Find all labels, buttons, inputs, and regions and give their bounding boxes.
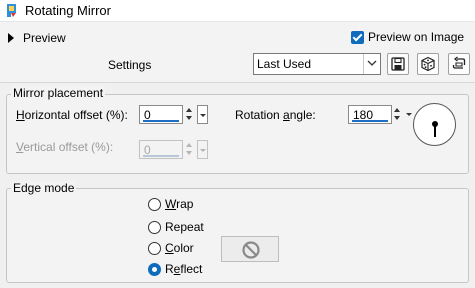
radio-reflect[interactable]: Reflect (148, 261, 202, 277)
preview-toggle[interactable]: Preview (8, 30, 66, 46)
vertical-offset-label: Vertical offset (%): (16, 140, 114, 154)
no-color-icon (242, 241, 260, 259)
radio-unchecked-icon[interactable] (148, 197, 161, 211)
value-indicator (352, 120, 388, 122)
window-title: Rotating Mirror (25, 3, 111, 18)
randomize-dice-icon (421, 56, 435, 72)
edge-color-swatch[interactable] (221, 236, 279, 262)
radio-reflect-label: Reflect (165, 262, 203, 276)
reset-icon (452, 56, 466, 69)
expand-arrow-icon (8, 33, 14, 43)
spin-up-icon[interactable] (186, 108, 192, 112)
spin-down-icon[interactable] (186, 151, 192, 155)
reset-button[interactable] (448, 53, 470, 75)
radio-wrap-label: Wrap (165, 197, 194, 211)
settings-label: Settings (108, 58, 152, 72)
vertical-offset-dropdown[interactable] (197, 140, 208, 159)
randomize-button[interactable] (417, 53, 439, 75)
value-indicator (143, 155, 179, 157)
preset-value: Last Used (257, 57, 312, 71)
spin-up-icon[interactable] (394, 108, 400, 112)
header-divider (0, 82, 475, 83)
app-icon (5, 3, 19, 18)
preview-label: Preview (23, 31, 66, 45)
horizontal-offset-label: Horizontal offset (%): (16, 108, 128, 122)
save-preset-icon (391, 57, 405, 71)
dial-center-dot (432, 121, 438, 127)
horizontal-offset-spinner[interactable] (185, 105, 195, 124)
title-bar: Rotating Mirror (0, 0, 475, 22)
radio-color[interactable]: Color (148, 240, 194, 256)
radio-unchecked-icon[interactable] (148, 241, 161, 255)
spin-down-icon[interactable] (394, 116, 400, 120)
rotation-angle-input[interactable]: 180 (348, 105, 392, 124)
radio-repeat[interactable]: Repeat (148, 219, 204, 235)
horizontal-offset-input[interactable]: 0 (139, 105, 183, 124)
horizontal-offset-dropdown[interactable] (197, 105, 208, 124)
radio-checked-icon[interactable] (148, 262, 161, 276)
preset-dropdown[interactable]: Last Used (253, 53, 381, 75)
chevron-down-icon[interactable] (363, 54, 380, 74)
save-preset-button[interactable] (387, 53, 409, 75)
value-indicator (143, 120, 179, 122)
angle-dial-icon[interactable] (413, 103, 456, 146)
radio-repeat-label: Repeat (165, 220, 204, 234)
edge-mode-title: Edge mode (11, 181, 77, 195)
mirror-placement-title: Mirror placement (11, 86, 106, 100)
spin-up-icon[interactable] (186, 143, 192, 147)
preview-on-image-checkbox[interactable]: Preview on Image (351, 30, 464, 44)
radio-wrap[interactable]: Wrap (148, 196, 193, 212)
radio-color-label: Color (165, 241, 194, 255)
rotation-angle-spinner[interactable] (393, 105, 403, 124)
vertical-offset-input[interactable]: 0 (139, 140, 183, 159)
header-bar: Preview Preview on Image Settings Last U… (0, 22, 475, 82)
rotation-angle-label: Rotation angle: (235, 108, 316, 122)
preview-on-image-label: Preview on Image (368, 30, 465, 44)
spin-down-icon[interactable] (186, 116, 192, 120)
radio-unchecked-icon[interactable] (148, 220, 161, 234)
checkbox-checked-icon[interactable] (351, 30, 364, 44)
vertical-offset-spinner[interactable] (185, 140, 195, 159)
